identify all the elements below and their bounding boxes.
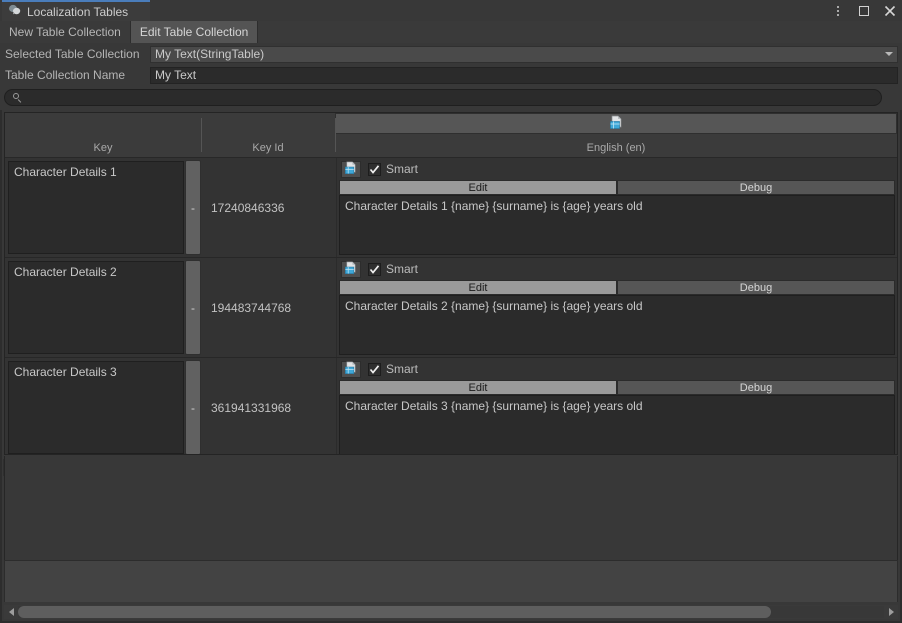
entry-smart-toggle[interactable]: Smart bbox=[368, 262, 418, 276]
entry-mode-tabs: Edit Debug bbox=[339, 380, 895, 395]
entry-key-field[interactable]: Character Details 3 bbox=[8, 361, 184, 454]
entry-tab-edit[interactable]: Edit bbox=[339, 180, 617, 195]
table-collection-name-row: Table Collection Name My Text bbox=[0, 65, 902, 85]
entry-tab-debug[interactable]: Debug bbox=[617, 380, 895, 395]
collection-toolbar: New Table Collection Edit Table Collecti… bbox=[0, 21, 902, 43]
maximize-icon[interactable] bbox=[857, 4, 870, 17]
entry-english-cell: Smart Edit Debug Character Details 3 {na… bbox=[337, 358, 897, 455]
entry-mode-tabs: Edit Debug bbox=[339, 280, 895, 295]
selected-table-collection-label: Selected Table Collection bbox=[0, 47, 150, 61]
entry-tab-edit[interactable]: Edit bbox=[339, 280, 617, 295]
entry-value-field[interactable]: Character Details 2 {name} {surname} is … bbox=[339, 295, 895, 355]
localization-entries-table: Key Key Id English (en) Character Detail… bbox=[4, 112, 898, 455]
entry-key-field[interactable]: Character Details 1 bbox=[8, 161, 184, 254]
table-row: Character Details 1 - 17240846336 bbox=[5, 158, 897, 258]
checkbox-icon[interactable] bbox=[368, 363, 381, 376]
entry-smart-row: Smart bbox=[341, 260, 895, 278]
empty-content-pane bbox=[4, 456, 898, 560]
entry-english-cell: Smart Edit Debug Character Details 1 {na… bbox=[337, 158, 897, 257]
scrollbar-track[interactable] bbox=[18, 606, 884, 618]
remove-entry-button[interactable]: - bbox=[185, 360, 201, 455]
search-input[interactable] bbox=[27, 92, 881, 104]
checkbox-icon[interactable] bbox=[368, 163, 381, 176]
entry-mode-tabs: Edit Debug bbox=[339, 180, 895, 195]
tab-new-table-collection-label: New Table Collection bbox=[9, 25, 121, 39]
localization-bubble-icon bbox=[8, 3, 22, 20]
entry-key-id: 17240846336 bbox=[203, 158, 337, 257]
lower-detail-pane bbox=[4, 560, 898, 602]
chevron-down-icon[interactable] bbox=[885, 52, 893, 56]
entry-key-id: 194483744768 bbox=[203, 258, 337, 357]
tab-new-table-collection[interactable]: New Table Collection bbox=[0, 21, 131, 43]
search-icon bbox=[13, 93, 22, 102]
entry-key-field[interactable]: Character Details 2 bbox=[8, 261, 184, 354]
selected-table-collection-value: My Text(StringTable) bbox=[155, 47, 264, 61]
entry-english-cell: Smart Edit Debug Character Details 2 {na… bbox=[337, 258, 897, 357]
string-table-asset-icon bbox=[344, 261, 358, 278]
remove-entry-button[interactable]: - bbox=[185, 260, 201, 355]
entry-smart-label: Smart bbox=[386, 162, 418, 176]
entry-asset-button[interactable] bbox=[341, 261, 361, 278]
entry-smart-toggle[interactable]: Smart bbox=[368, 162, 418, 176]
scrollbar-thumb[interactable] bbox=[18, 606, 771, 618]
kebab-menu-icon[interactable] bbox=[831, 4, 844, 17]
table-row: Character Details 2 - 194483744768 bbox=[5, 258, 897, 358]
selected-table-collection-row: Selected Table Collection My Text(String… bbox=[0, 44, 902, 64]
table-collection-name-field[interactable]: My Text bbox=[150, 67, 898, 84]
table-collection-name-value: My Text bbox=[155, 68, 196, 82]
selected-table-collection-field[interactable]: My Text(StringTable) bbox=[150, 46, 898, 63]
close-icon[interactable] bbox=[883, 4, 896, 17]
entry-value-field[interactable]: Character Details 1 {name} {surname} is … bbox=[339, 195, 895, 255]
entry-value-field[interactable]: Character Details 3 {name} {surname} is … bbox=[339, 395, 895, 455]
entry-smart-row: Smart bbox=[341, 360, 895, 378]
entry-tab-edit[interactable]: Edit bbox=[339, 380, 617, 395]
english-asset-header-button[interactable] bbox=[335, 113, 897, 134]
string-table-asset-icon bbox=[609, 115, 624, 133]
string-table-asset-icon bbox=[344, 161, 358, 178]
window-titlebar: Localization Tables bbox=[0, 0, 902, 21]
search-bar[interactable] bbox=[4, 89, 882, 106]
entry-smart-toggle[interactable]: Smart bbox=[368, 362, 418, 376]
arrow-left-icon[interactable] bbox=[4, 605, 18, 619]
checkbox-icon[interactable] bbox=[368, 263, 381, 276]
localization-tables-window: Localization Tables New Table Collection… bbox=[0, 0, 902, 623]
window-tab-localization-tables[interactable]: Localization Tables bbox=[2, 0, 150, 21]
table-header: Key Key Id English (en) bbox=[5, 113, 897, 158]
arrow-right-icon[interactable] bbox=[884, 605, 898, 619]
table-row: Character Details 3 - 361941331968 bbox=[5, 358, 897, 455]
tab-edit-table-collection-label: Edit Table Collection bbox=[140, 25, 249, 39]
entry-tab-debug[interactable]: Debug bbox=[617, 180, 895, 195]
column-header-key-id[interactable]: Key Id bbox=[201, 142, 335, 154]
entry-smart-label: Smart bbox=[386, 362, 418, 376]
entry-asset-button[interactable] bbox=[341, 161, 361, 178]
entry-smart-row: Smart bbox=[341, 160, 895, 178]
toolbar-filler bbox=[258, 21, 902, 43]
column-header-english[interactable]: English (en) bbox=[335, 142, 897, 154]
window-controls bbox=[831, 0, 896, 21]
entry-tab-debug[interactable]: Debug bbox=[617, 280, 895, 295]
horizontal-scrollbar[interactable] bbox=[4, 605, 898, 619]
entry-key-id: 361941331968 bbox=[203, 358, 337, 455]
window-tab-label: Localization Tables bbox=[27, 6, 128, 18]
string-table-asset-icon bbox=[344, 361, 358, 378]
column-header-key[interactable]: Key bbox=[5, 142, 201, 154]
tab-edit-table-collection[interactable]: Edit Table Collection bbox=[131, 21, 259, 43]
entry-asset-button[interactable] bbox=[341, 361, 361, 378]
entry-smart-label: Smart bbox=[386, 262, 418, 276]
remove-entry-button[interactable]: - bbox=[185, 160, 201, 255]
table-collection-name-label: Table Collection Name bbox=[0, 68, 150, 82]
